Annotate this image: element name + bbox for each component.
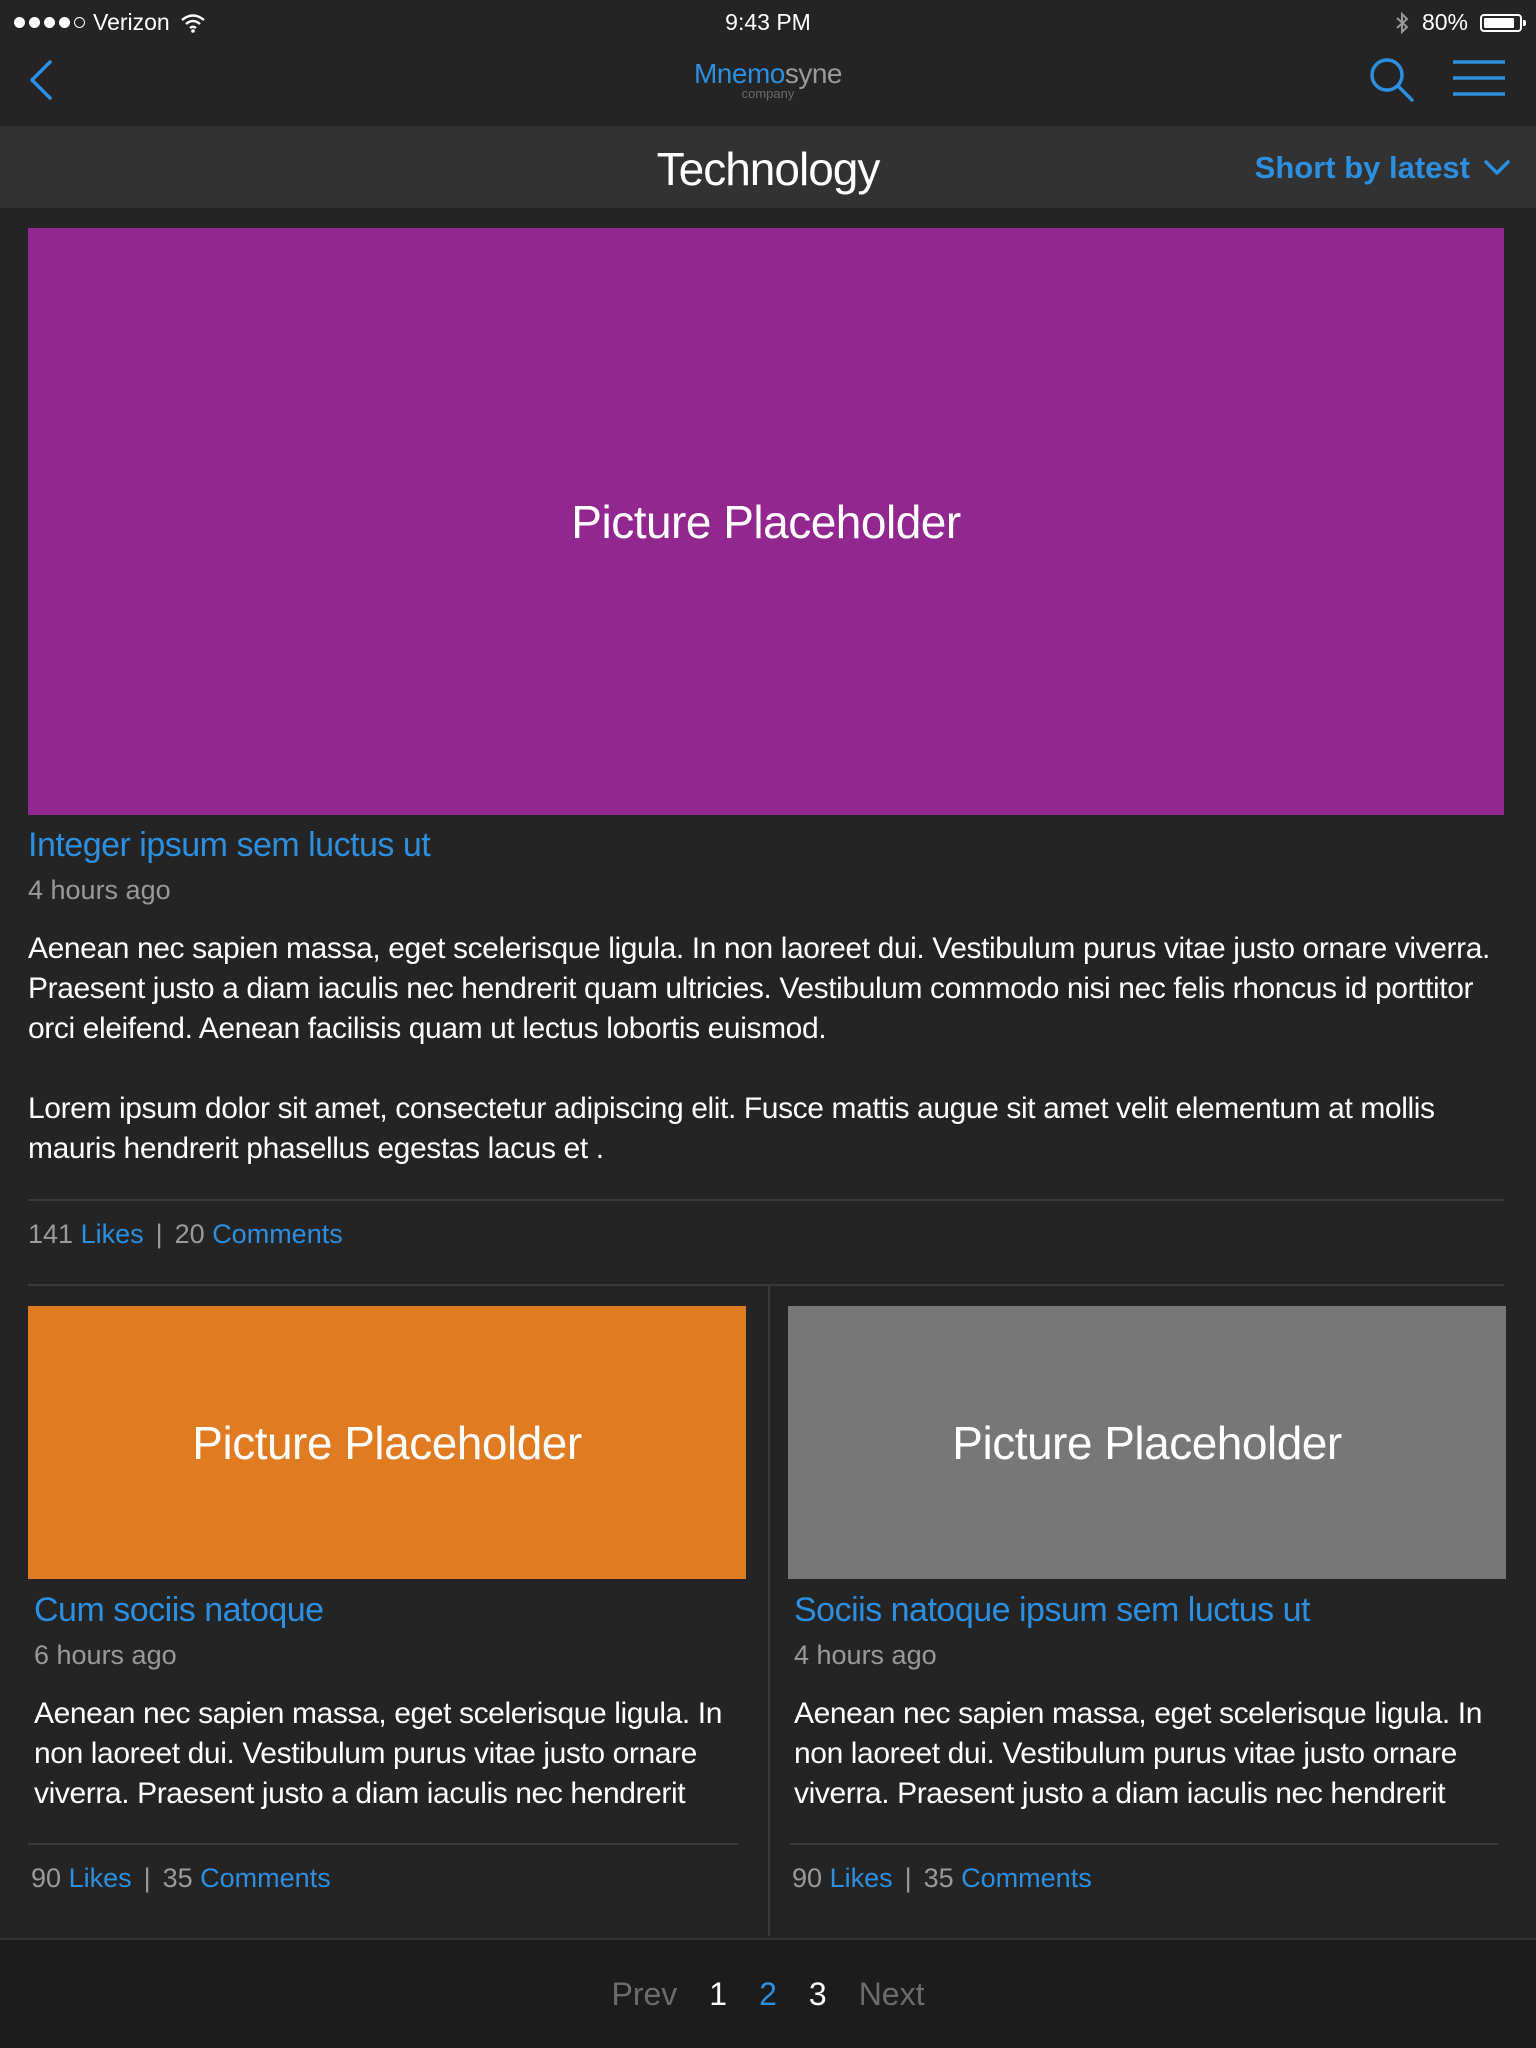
navigation-bar: Mnemosyne company xyxy=(0,44,1536,126)
section-header: Technology Short by latest xyxy=(0,126,1536,208)
likes-link[interactable]: Likes xyxy=(830,1863,893,1893)
featured-article-stats: 141 Likes | 20 Comments xyxy=(28,1219,343,1250)
page-1-button[interactable]: 1 xyxy=(709,1976,727,2013)
card-article-time: 4 hours ago xyxy=(794,1640,937,1670)
page-2-button[interactable]: 2 xyxy=(759,1976,777,2013)
logo-subtitle: company xyxy=(741,86,795,101)
featured-article-body-2: Lorem ipsum dolor sit amet, consectetur … xyxy=(28,1092,1435,1165)
battery-icon xyxy=(1480,13,1526,32)
card-article-time: 6 hours ago xyxy=(34,1640,177,1670)
comments-count: 35 xyxy=(923,1863,954,1893)
likes-count: 90 xyxy=(792,1863,823,1893)
card-article-body: Aenean nec sapien massa, eget scelerisqu… xyxy=(34,1697,722,1810)
card-article-stats: 90 Likes | 35 Comments xyxy=(792,1863,1092,1894)
column-divider xyxy=(768,1286,770,1936)
page-3-button[interactable]: 3 xyxy=(809,1976,827,2013)
likes-link[interactable]: Likes xyxy=(81,1219,144,1249)
hamburger-menu-icon xyxy=(1453,60,1505,96)
separator: | xyxy=(155,1219,163,1249)
featured-image-placeholder[interactable]: Picture Placeholder xyxy=(28,228,1504,815)
divider xyxy=(28,1284,1504,1286)
logo-main-part1: Mnemo xyxy=(693,58,785,89)
menu-button[interactable] xyxy=(1452,58,1506,103)
featured-article-time: 4 hours ago xyxy=(28,875,171,905)
logo-main-part2: syne xyxy=(784,58,843,89)
battery-percent: 80% xyxy=(1421,9,1468,35)
card-image-placeholder[interactable]: Picture Placeholder xyxy=(28,1306,746,1579)
bluetooth-icon xyxy=(1396,11,1409,34)
comments-link[interactable]: Comments xyxy=(212,1219,343,1249)
divider xyxy=(28,1199,1504,1201)
divider xyxy=(28,1843,738,1845)
separator: | xyxy=(904,1863,912,1893)
featured-article-title[interactable]: Integer ipsum sem luctus ut xyxy=(28,826,431,865)
comments-link[interactable]: Comments xyxy=(200,1863,331,1893)
company-logo: Mnemosyne company xyxy=(0,58,1536,101)
search-button[interactable] xyxy=(1368,56,1416,109)
comments-link[interactable]: Comments xyxy=(961,1863,1092,1893)
prev-page-button[interactable]: Prev xyxy=(612,1976,678,2013)
likes-count: 90 xyxy=(31,1863,62,1893)
card-article-title[interactable]: Cum sociis natoque xyxy=(34,1591,324,1630)
pagination-bar: Prev 1 2 3 Next xyxy=(0,1938,1536,2048)
sort-dropdown[interactable]: Short by latest xyxy=(1255,150,1510,186)
image-placeholder-label: Picture Placeholder xyxy=(952,1416,1342,1469)
pagination: Prev 1 2 3 Next xyxy=(0,1940,1536,2048)
divider xyxy=(790,1843,1498,1845)
status-time: 9:43 PM xyxy=(725,9,811,35)
card-image-placeholder[interactable]: Picture Placeholder xyxy=(788,1306,1506,1579)
likes-count: 141 xyxy=(28,1219,74,1249)
featured-article-body-1: Aenean nec sapien massa, eget scelerisqu… xyxy=(28,932,1490,1045)
status-bar: Verizon 9:43 PM 80% xyxy=(0,0,1536,44)
card-article-stats: 90 Likes | 35 Comments xyxy=(31,1863,331,1894)
search-icon xyxy=(1370,58,1414,102)
comments-count: 35 xyxy=(162,1863,193,1893)
chevron-down-icon xyxy=(1484,160,1510,175)
comments-count: 20 xyxy=(174,1219,205,1249)
card-article-body: Aenean nec sapien massa, eget scelerisqu… xyxy=(794,1697,1482,1810)
sort-label: Short by latest xyxy=(1254,150,1470,185)
card-article-title[interactable]: Sociis natoque ipsum sem luctus ut xyxy=(794,1591,1310,1630)
next-page-button[interactable]: Next xyxy=(859,1976,925,2013)
image-placeholder-label: Picture Placeholder xyxy=(571,495,961,548)
image-placeholder-label: Picture Placeholder xyxy=(192,1416,582,1469)
status-right: 80% xyxy=(1394,9,1526,36)
separator: | xyxy=(143,1863,151,1893)
likes-link[interactable]: Likes xyxy=(69,1863,132,1893)
